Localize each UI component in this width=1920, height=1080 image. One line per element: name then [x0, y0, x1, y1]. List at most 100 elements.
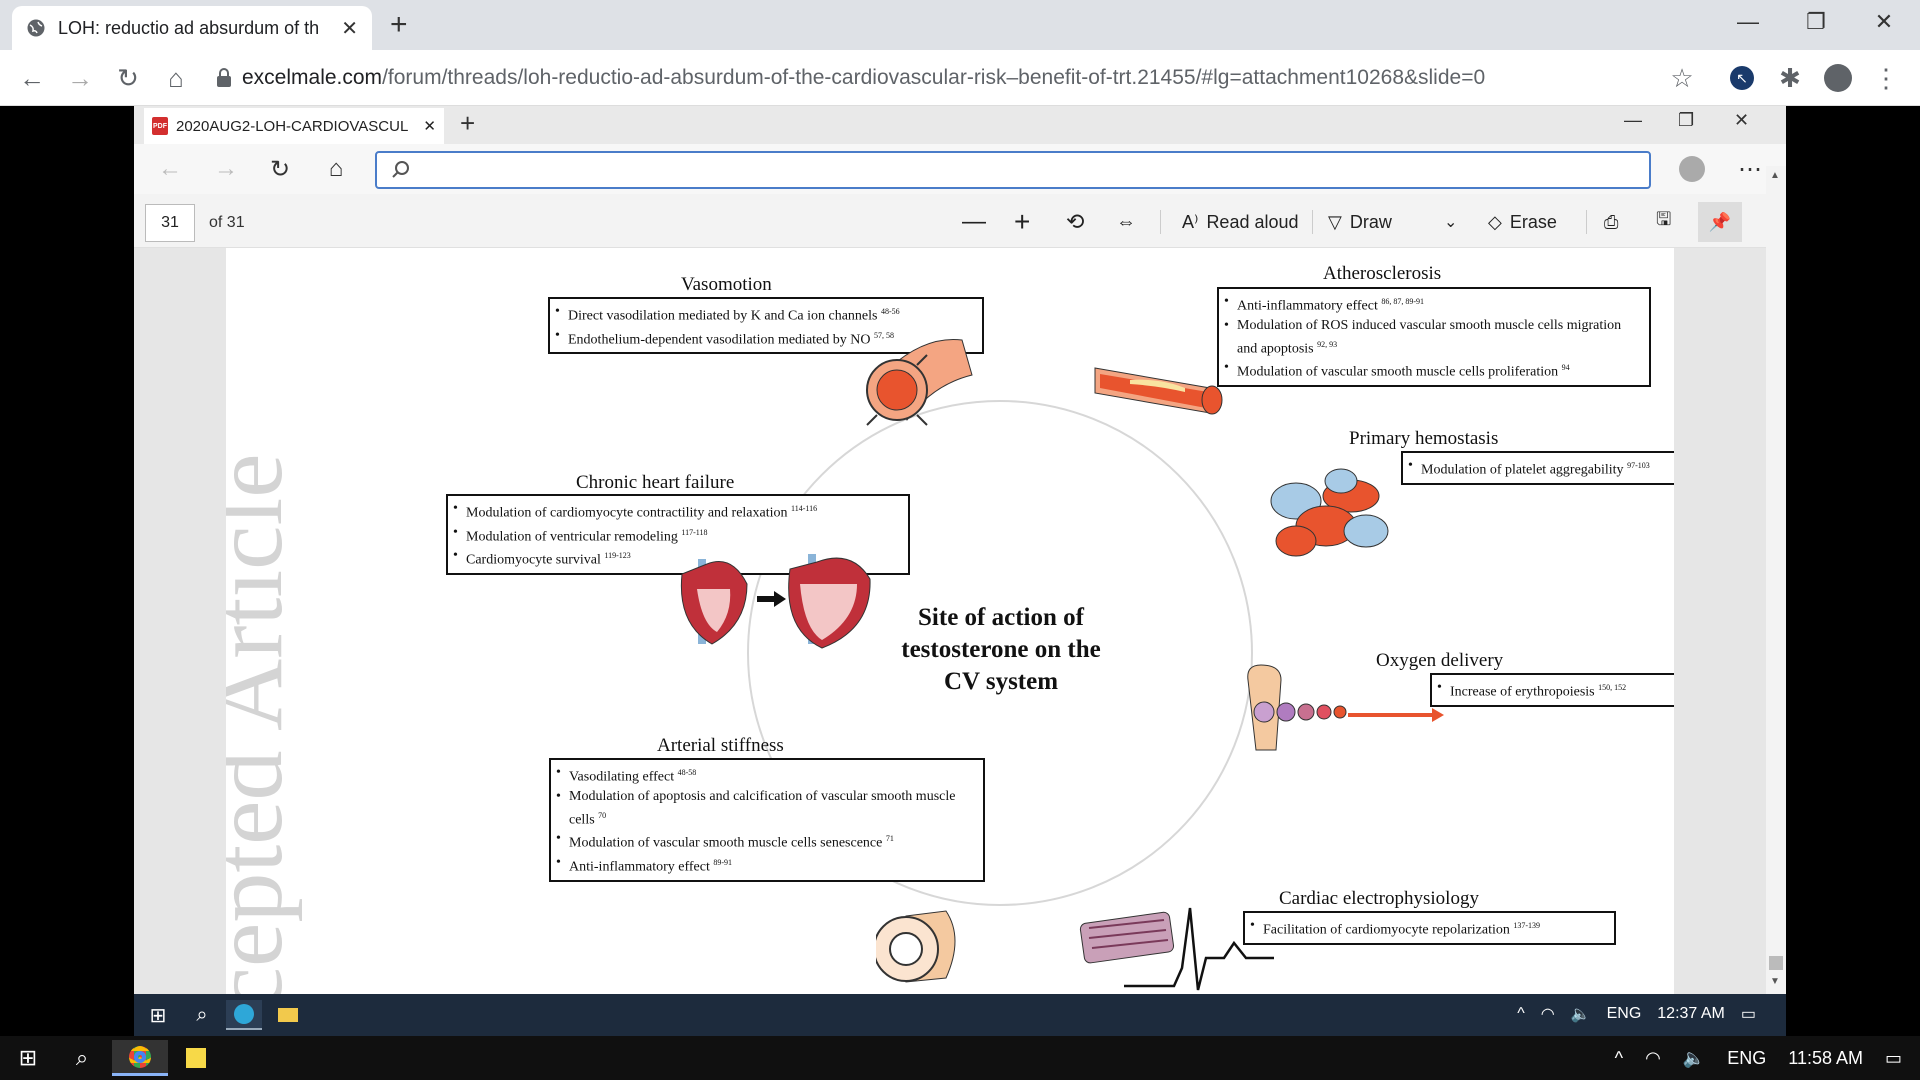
stiffness-title: Arterial stiffness [657, 735, 784, 756]
platelet-aggregate-illustration [1270, 468, 1389, 557]
stiff-vessel-illustration [876, 910, 956, 983]
edge-tab[interactable]: PDF 2020AUG2-LOH-CARDIOVASCUL ✕ [144, 108, 444, 144]
save-icon[interactable]: 🖫 [1656, 206, 1671, 238]
extension-icon[interactable]: ↖ [1722, 58, 1762, 98]
fit-page-icon[interactable]: ⇔ [1116, 206, 1136, 238]
notification-icon[interactable]: ▭ [1741, 1004, 1756, 1024]
list-item: Modulation of cardiomyocyte contractilit… [453, 499, 902, 523]
refresh-button[interactable]: ↻ [260, 153, 300, 185]
heart-remodeling-illustration [680, 554, 871, 649]
list-item: Facilitation of cardiomyocyte repolariza… [1250, 916, 1608, 940]
notification-icon[interactable]: ▭ [1885, 1048, 1902, 1069]
language-indicator[interactable]: ENG [1607, 1005, 1642, 1023]
forward-button[interactable]: → [206, 153, 246, 185]
network-icon[interactable]: ◠ [1541, 1004, 1555, 1024]
oxygen-box: Increase of erythropoiesis 150, 152 [1430, 673, 1674, 707]
restore-button[interactable]: ❐ [1786, 6, 1846, 38]
hemostasis-title: Primary hemostasis [1349, 428, 1499, 449]
plaque-artery-illustration [1094, 367, 1223, 415]
windows-start-icon[interactable]: ⊞ [140, 1000, 176, 1030]
draw-options-chevron-icon[interactable]: ⌄ [1444, 206, 1457, 238]
atherosclerosis-box: Anti-inflammatory effect 86, 87, 89-91 M… [1217, 287, 1651, 387]
volume-icon[interactable]: 🔈 [1571, 1004, 1591, 1024]
sticky-notes-icon[interactable] [168, 1040, 224, 1076]
list-item: Modulation of platelet aggregability 97-… [1408, 456, 1674, 480]
erase-button[interactable]: ◇ Erase [1488, 206, 1557, 238]
minimize-button[interactable]: — [1718, 6, 1778, 38]
list-item: Modulation of apoptosis and calcificatio… [556, 787, 977, 830]
hemostasis-box: Modulation of platelet aggregability 97-… [1401, 451, 1674, 485]
back-button[interactable]: ← [150, 153, 190, 185]
show-hidden-icons-icon[interactable]: ^ [1615, 1048, 1623, 1069]
menu-icon[interactable]: ⋮ [1866, 58, 1906, 98]
heart-failure-title: Chronic heart failure [576, 472, 735, 493]
globe-icon [27, 19, 45, 37]
print-icon[interactable]: ⎙ [1604, 206, 1618, 238]
outer-taskbar: ⊞ ⌕ ^ ◠ 🔈 ENG 11:58 AM ▭ [0, 1036, 1920, 1080]
list-item: Modulation of vascular smooth muscle cel… [556, 829, 977, 853]
outer-system-tray: ^ ◠ 🔈 ENG 11:58 AM ▭ [1615, 1036, 1902, 1080]
zoom-in-button[interactable]: + [1014, 206, 1030, 238]
pdf-viewport: Accepted Article Site of action of testo… [134, 248, 1786, 994]
page-number-input[interactable]: 31 [145, 204, 195, 242]
rotate-icon[interactable]: ⟲ [1066, 206, 1084, 238]
chrome-tab[interactable]: LOH: reductio ad absurdum of th ✕ [12, 6, 372, 50]
close-window-button[interactable]: ✕ [1734, 110, 1749, 131]
zoom-out-button[interactable]: — [962, 206, 986, 238]
list-item: Vasodilating effect 48-58 [556, 763, 977, 787]
page-total: of 31 [209, 214, 245, 231]
home-button[interactable]: ⌂ [316, 153, 356, 185]
list-item: Anti-inflammatory effect 86, 87, 89-91 [1224, 292, 1643, 316]
more-icon[interactable]: ⋯ [1730, 153, 1770, 185]
close-tab-icon[interactable]: ✕ [341, 16, 358, 41]
edge-tab-title: 2020AUG2-LOH-CARDIOVASCUL [176, 117, 409, 135]
clock[interactable]: 12:37 AM [1657, 1005, 1725, 1023]
close-tab-icon[interactable]: ✕ [423, 117, 436, 135]
restore-button[interactable]: ❐ [1678, 110, 1694, 131]
address-bar[interactable]: excelmale.com/forum/threads/loh-reductio… [212, 58, 1692, 98]
windows-start-icon[interactable]: ⊞ [0, 1040, 56, 1076]
chrome-tab-title: LOH: reductio ad absurdum of th [58, 17, 320, 38]
url-text: excelmale.com/forum/threads/loh-reductio… [242, 66, 1486, 89]
pin-toolbar-button[interactable]: 📌 [1698, 202, 1742, 242]
search-icon[interactable]: ⌕ [184, 1000, 220, 1030]
reload-button[interactable]: ↻ [108, 58, 148, 98]
inner-taskbar: ⊞ ⌕ ^ ◠ 🔈 ENG 12:37 AM ▭ [134, 994, 1786, 1036]
list-item: Anti-inflammatory effect 89-91 [556, 853, 977, 877]
inner-system-tray: ^ ◠ 🔈 ENG 12:37 AM ▭ [1517, 1004, 1756, 1024]
list-item: Modulation of ventricular remodeling 117… [453, 523, 902, 547]
figure-center-title: Site of action of testosterone on the CV… [901, 604, 1101, 695]
profile-icon[interactable] [1672, 153, 1712, 185]
draw-button[interactable]: ▽ Draw [1328, 206, 1392, 238]
clock[interactable]: 11:58 AM [1788, 1048, 1863, 1069]
star-icon[interactable]: ☆ [1662, 58, 1702, 98]
profile-icon[interactable] [1818, 58, 1858, 98]
file-explorer-icon[interactable] [270, 1000, 306, 1030]
new-tab-button[interactable]: + [460, 108, 475, 139]
pdf-toolbar: 31 of 31 — + ⟲ ⇔ A⁾ Read aloud ▽ Draw ⌄ … [134, 194, 1786, 248]
edge-address-bar[interactable] [375, 151, 1651, 189]
forward-button[interactable]: → [60, 58, 100, 98]
network-icon[interactable]: ◠ [1645, 1048, 1661, 1069]
vasomotion-title: Vasomotion [681, 274, 772, 295]
home-button[interactable]: ⌂ [156, 58, 196, 98]
puzzle-icon[interactable]: ✱ [1770, 58, 1810, 98]
draw-icon: ▽ [1328, 211, 1342, 232]
show-hidden-icons-icon[interactable]: ^ [1517, 1005, 1525, 1023]
chrome-app-icon[interactable] [112, 1040, 168, 1076]
volume-icon[interactable]: 🔈 [1683, 1048, 1705, 1069]
list-item: Modulation of vascular smooth muscle cel… [1224, 358, 1643, 382]
pdf-scrollbar[interactable]: ▲ ▼ [1766, 166, 1786, 994]
new-tab-button[interactable]: + [390, 8, 408, 42]
close-window-button[interactable]: ✕ [1854, 6, 1914, 38]
pdf-icon: PDF [152, 117, 168, 135]
read-aloud-button[interactable]: A⁾ Read aloud [1182, 206, 1299, 238]
language-indicator[interactable]: ENG [1727, 1048, 1766, 1069]
search-icon[interactable]: ⌕ [54, 1040, 110, 1076]
edge-nav-bar: ← → ↻ ⌂ ⋯ [134, 144, 1786, 194]
search-icon [392, 161, 409, 178]
minimize-button[interactable]: — [1624, 110, 1642, 131]
stiffness-box: Vasodilating effect 48-58 Modulation of … [549, 758, 985, 882]
edge-app-icon[interactable] [226, 1000, 262, 1030]
back-button[interactable]: ← [12, 58, 52, 98]
